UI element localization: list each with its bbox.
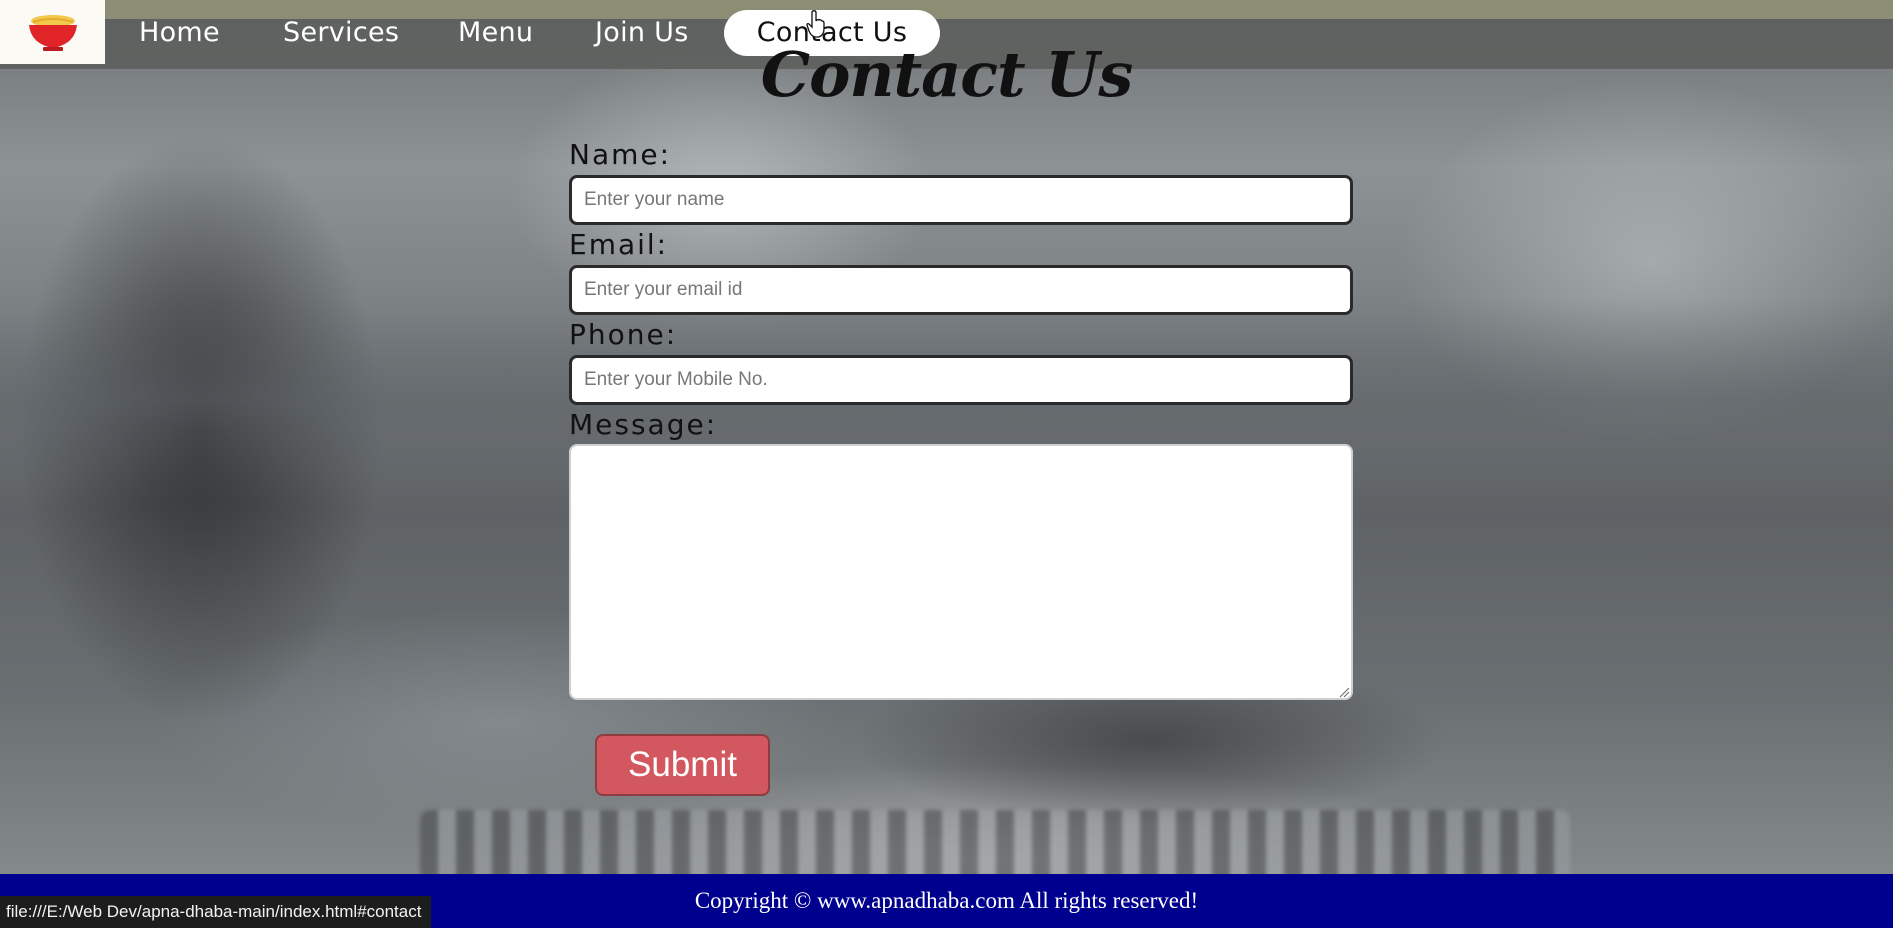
phone-label: Phone:	[569, 318, 678, 351]
email-label: Email:	[569, 228, 669, 261]
resize-grip-icon[interactable]	[1338, 686, 1350, 698]
background-keyboard	[420, 810, 1570, 880]
pointer-hand-icon	[806, 10, 825, 38]
phone-input[interactable]	[569, 355, 1353, 405]
page-title: Contact Us	[760, 38, 1134, 111]
email-input[interactable]	[569, 265, 1353, 315]
message-label: Message:	[569, 408, 718, 441]
name-input[interactable]	[569, 175, 1353, 225]
status-bar-url: file:///E:/Web Dev/apna-dhaba-main/index…	[0, 896, 432, 928]
name-label: Name:	[569, 138, 672, 171]
message-textarea[interactable]	[569, 444, 1353, 700]
submit-button[interactable]: Submit	[595, 734, 770, 796]
